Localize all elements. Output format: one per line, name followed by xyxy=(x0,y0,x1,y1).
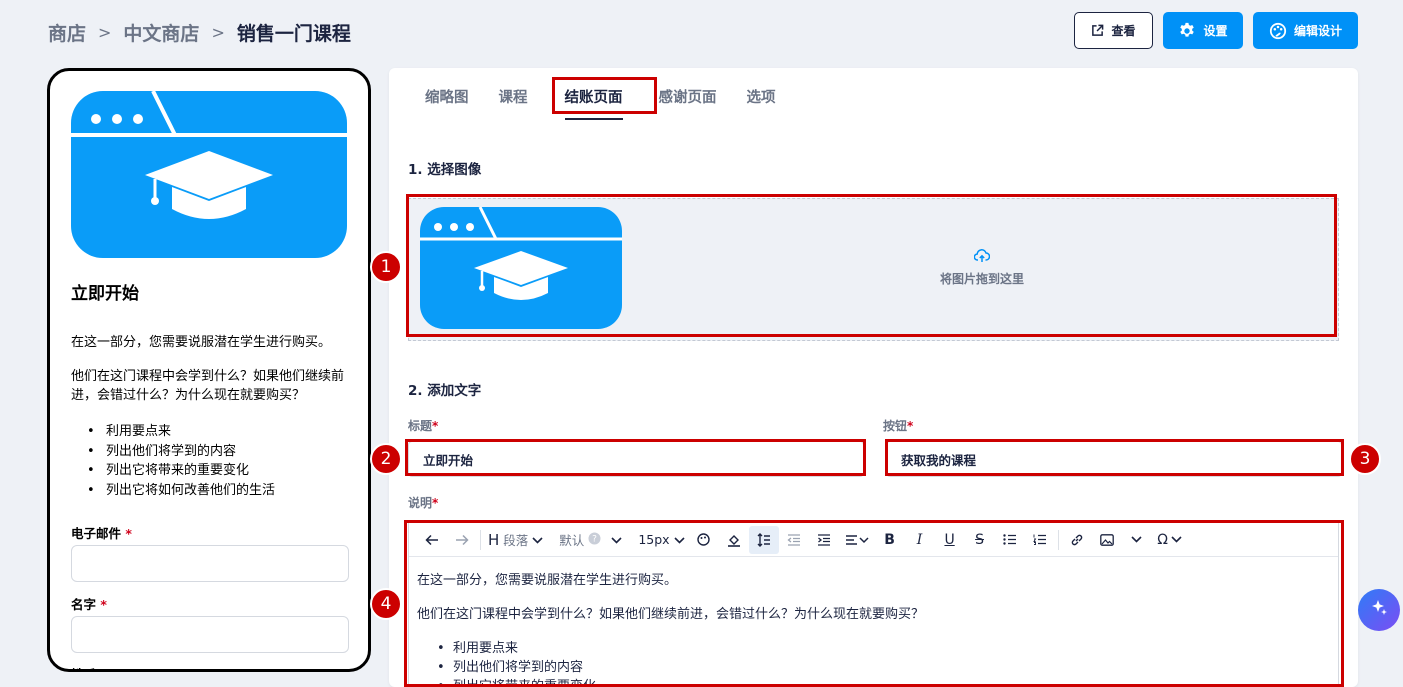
view-button-label: 查看 xyxy=(1111,24,1136,38)
header-actions: 查看 设置 编辑设计 xyxy=(1074,12,1358,49)
tab-options[interactable]: 选项 xyxy=(747,68,776,124)
settings-panel: 缩略图 课程 结账页面 感谢页面 选项 1. 选择图像 将图片拖到这里 2. 添… xyxy=(389,68,1358,687)
settings-button-label: 设置 xyxy=(1203,24,1228,38)
breadcrumb-store[interactable]: 中文商店 xyxy=(123,19,199,46)
annotation-marker-2: 2 xyxy=(370,443,402,475)
preview-title: 立即开始 xyxy=(71,284,139,304)
ai-assistant-button[interactable] xyxy=(1358,589,1400,631)
list-item: 列出它将带来的重要变化 xyxy=(87,461,275,481)
breadcrumb-separator: > xyxy=(211,22,225,42)
external-link-icon xyxy=(1091,24,1104,37)
annotation-marker-3: 3 xyxy=(1349,443,1381,475)
email-label: 电子邮件 * xyxy=(71,526,132,541)
description-highlight-box xyxy=(404,520,1344,687)
title-highlight-box xyxy=(405,439,866,476)
annotation-marker-4: 4 xyxy=(370,588,402,620)
image-highlight-box xyxy=(406,194,1337,337)
breadcrumb: 商店 > 中文商店 > 销售一门课程 xyxy=(48,18,351,46)
list-item: 列出他们将学到的内容 xyxy=(87,442,275,462)
name-field[interactable] xyxy=(71,616,349,653)
preview-bullets: 利用要点来 列出他们将学到的内容 列出它将带来的重要变化 列出它将如何改善他们的… xyxy=(87,422,275,500)
list-item: 利用要点来 xyxy=(87,422,275,442)
breadcrumb-shop[interactable]: 商店 xyxy=(48,19,86,46)
edit-design-button-label: 编辑设计 xyxy=(1293,24,1342,38)
title-field-label: 标题* xyxy=(408,419,439,433)
breadcrumb-separator: > xyxy=(98,22,112,42)
tab-course[interactable]: 课程 xyxy=(499,68,528,124)
name-label: 名字 * xyxy=(71,597,107,612)
annotation-marker-1: 1 xyxy=(370,251,402,283)
button-highlight-box xyxy=(885,439,1344,476)
checkout-preview: 立即开始 在这一部分，您需要说服潜在学生进行购买。 他们在这门课程中会学到什么？… xyxy=(47,68,371,672)
gear-icon xyxy=(1178,22,1196,40)
tab-highlight-box xyxy=(552,77,657,114)
description-field-label: 说明* xyxy=(408,496,439,510)
section-image-title: 1. 选择图像 xyxy=(408,162,482,178)
view-button[interactable]: 查看 xyxy=(1074,12,1153,49)
preview-question: 他们在这门课程中会学到什么？如果他们继续前进，会错过什么？为什么现在就要购买？ xyxy=(71,369,345,403)
tab-thumbnail[interactable]: 缩略图 xyxy=(425,68,469,124)
page-title: 销售一门课程 xyxy=(236,22,351,45)
course-hero-image xyxy=(71,90,347,262)
palette-icon xyxy=(1269,22,1287,40)
email-field[interactable] xyxy=(71,545,349,582)
lastname-label: 姓氏 * xyxy=(71,664,107,669)
tab-thank-you-page[interactable]: 感谢页面 xyxy=(659,68,717,124)
sparkle-icon xyxy=(1369,598,1389,622)
list-item: 列出它将如何改善他们的生活 xyxy=(87,481,275,501)
settings-button[interactable]: 设置 xyxy=(1163,12,1243,49)
section-text-title: 2. 添加文字 xyxy=(408,383,482,399)
button-field-label: 按钮* xyxy=(883,419,914,433)
preview-intro: 在这一部分，您需要说服潜在学生进行购买。 xyxy=(71,335,332,350)
edit-design-button[interactable]: 编辑设计 xyxy=(1253,12,1358,49)
